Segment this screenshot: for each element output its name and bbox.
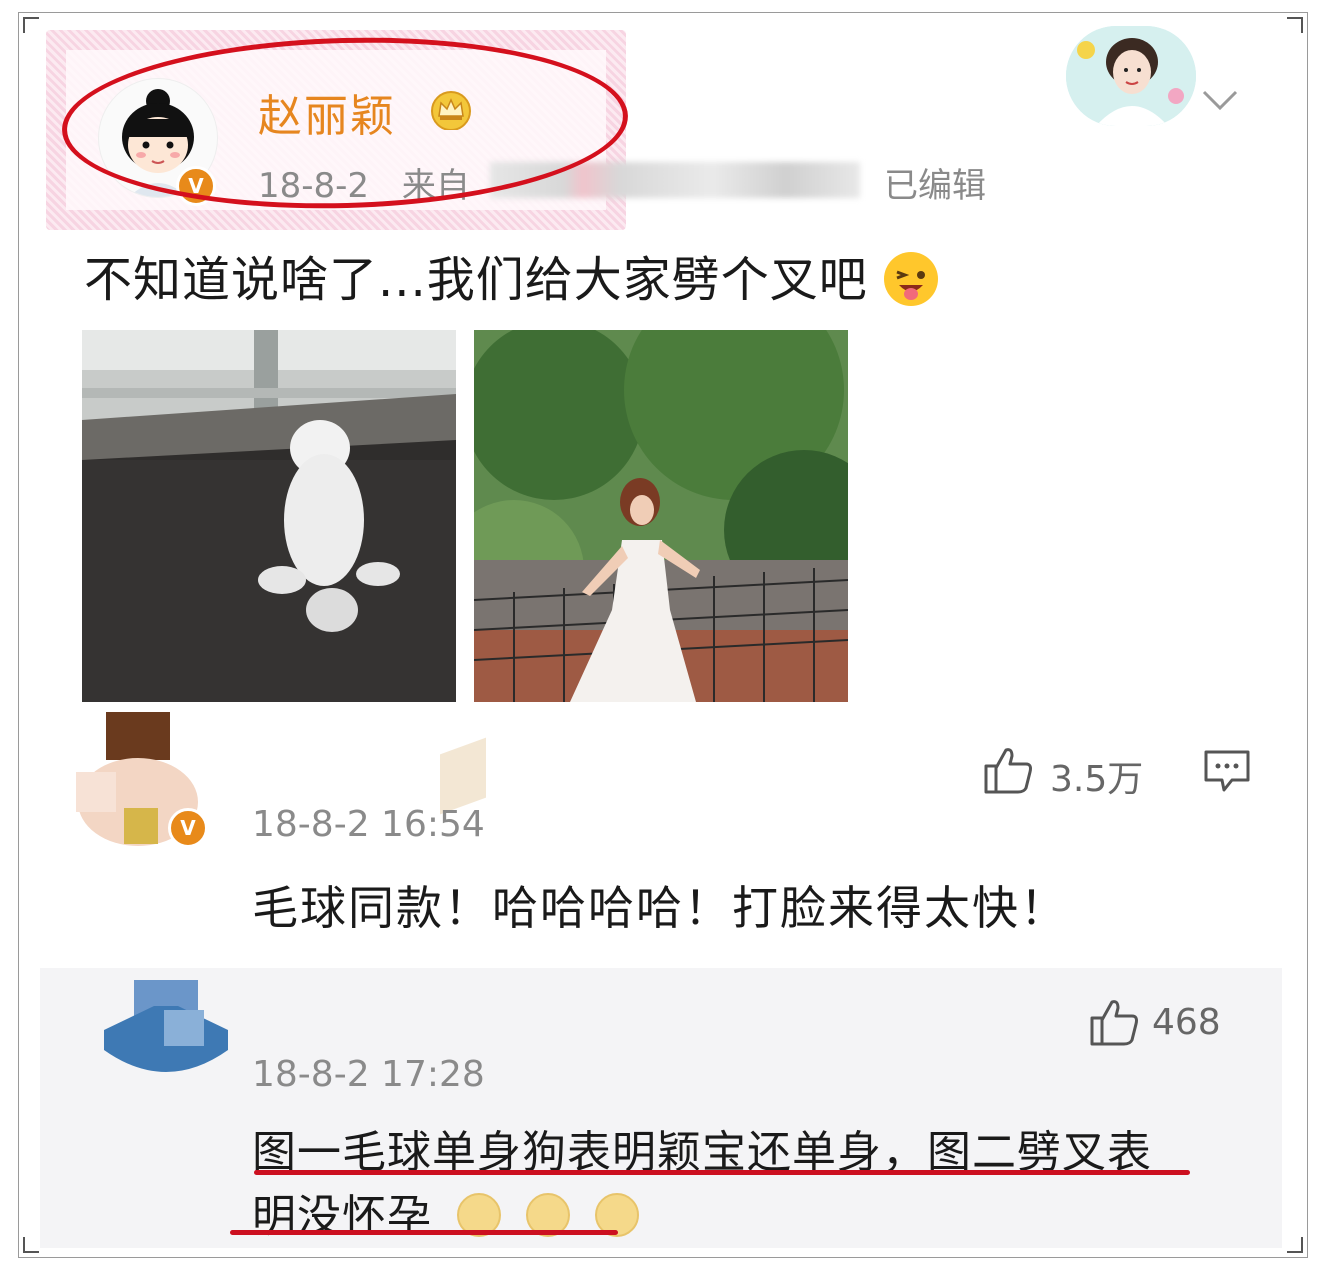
- tongue-wink-emoji: [884, 252, 939, 306]
- post-photo-dog[interactable]: [82, 330, 456, 702]
- frame-corner: [1287, 1237, 1303, 1253]
- chevron-down-icon[interactable]: [1200, 88, 1240, 112]
- viewer-avatar[interactable]: [1066, 26, 1196, 126]
- thumbs-up-icon[interactable]: [982, 744, 1034, 796]
- comment-1-text: 毛球同款！哈哈哈哈！打脸来得太快！: [252, 881, 1068, 935]
- frame-corner: [23, 1237, 39, 1253]
- red-underline: [230, 1230, 618, 1235]
- post-text-content: 不知道说啥了...我们给大家劈个叉吧: [84, 252, 868, 308]
- comment-1-time: 18-8-2 16:54: [252, 804, 485, 845]
- woman-photo-image: [474, 330, 848, 702]
- post-photo-split[interactable]: [474, 330, 848, 702]
- comment-like-count: 468: [1152, 1002, 1221, 1043]
- dog-photo-image: [82, 330, 456, 702]
- frame-corner: [1287, 17, 1303, 33]
- comment-2-time: 18-8-2 17:28: [252, 1054, 485, 1095]
- commenter-verified-badge: V: [168, 808, 208, 848]
- edited-label: 已编辑: [884, 166, 986, 206]
- portrait-icon: [1066, 26, 1196, 126]
- red-underline: [254, 1170, 1190, 1175]
- frame-corner: [23, 17, 39, 33]
- comment-icon[interactable]: [1202, 748, 1252, 794]
- post-like-count: 3.5万: [1050, 759, 1144, 800]
- mosaic-avatar-icon: [104, 980, 228, 1072]
- thumbs-up-icon[interactable]: [1088, 996, 1140, 1048]
- replier-avatar[interactable]: [104, 980, 228, 1094]
- post-text: 不知道说啥了...我们给大家劈个叉吧: [84, 240, 939, 310]
